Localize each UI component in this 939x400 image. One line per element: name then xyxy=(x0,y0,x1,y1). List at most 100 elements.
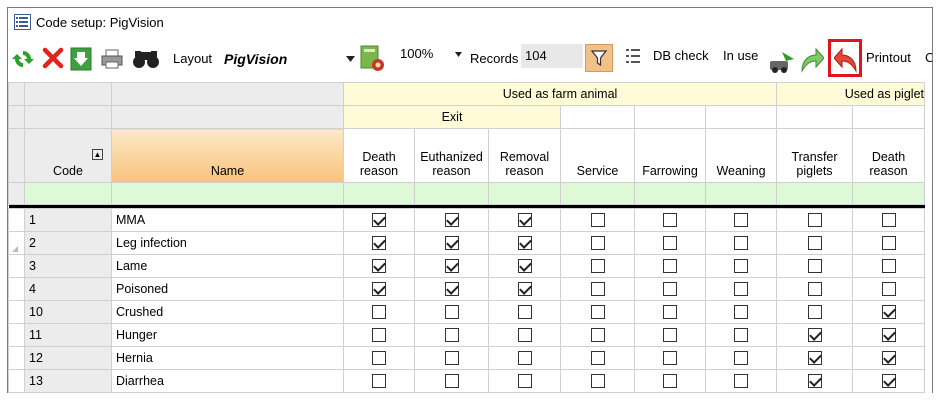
checkbox[interactable] xyxy=(590,374,605,389)
checkbox[interactable] xyxy=(734,213,748,228)
checkbox[interactable] xyxy=(881,328,896,343)
checkbox[interactable] xyxy=(663,328,677,343)
checkbox[interactable] xyxy=(881,259,896,274)
checkbox[interactable] xyxy=(881,374,896,389)
checkbox[interactable] xyxy=(372,328,386,343)
column-header-name[interactable]: Name xyxy=(111,128,344,183)
row-selector[interactable] xyxy=(8,323,25,347)
code-cell[interactable]: 12 xyxy=(24,346,112,370)
table-row[interactable]: 1 MMA xyxy=(8,208,925,232)
report-settings-icon[interactable] xyxy=(360,45,386,73)
checkbox[interactable] xyxy=(881,213,896,228)
checkbox[interactable] xyxy=(517,213,532,228)
checkbox[interactable] xyxy=(517,305,532,320)
name-cell[interactable]: Hunger xyxy=(111,323,344,347)
chevron-down-icon[interactable] xyxy=(346,56,355,62)
checkbox[interactable] xyxy=(517,328,532,343)
column-header-piglet-death-reason[interactable]: Death reason xyxy=(852,128,925,183)
table-row[interactable]: 2 Leg infection xyxy=(8,231,925,255)
checkbox[interactable] xyxy=(590,305,605,320)
checkbox[interactable] xyxy=(517,259,532,274)
table-row[interactable]: 4 Poisoned xyxy=(8,277,925,301)
binoculars-icon[interactable] xyxy=(132,49,160,69)
code-cell[interactable]: 4 xyxy=(24,277,112,301)
checkbox[interactable] xyxy=(734,351,748,366)
checkbox[interactable] xyxy=(590,328,605,343)
checkbox[interactable] xyxy=(807,282,822,297)
filter-cell-name[interactable] xyxy=(111,182,344,205)
filter-cell[interactable] xyxy=(852,182,925,205)
export-icon[interactable] xyxy=(70,47,92,71)
row-selector[interactable] xyxy=(8,254,25,278)
checkbox[interactable] xyxy=(663,305,677,320)
code-cell[interactable]: 10 xyxy=(24,300,112,324)
name-cell[interactable]: Lame xyxy=(111,254,344,278)
checkbox[interactable] xyxy=(663,374,677,389)
checkbox[interactable] xyxy=(444,351,459,366)
checkbox[interactable] xyxy=(663,351,677,366)
column-settings-icon[interactable] xyxy=(625,47,641,65)
checkbox[interactable] xyxy=(881,236,896,251)
checkbox[interactable] xyxy=(734,259,748,274)
checkbox[interactable] xyxy=(807,351,822,366)
checkbox[interactable] xyxy=(444,305,459,320)
code-cell[interactable]: 11 xyxy=(24,323,112,347)
checkbox[interactable] xyxy=(444,213,459,228)
column-header-code[interactable]: Code ▲ xyxy=(24,128,112,183)
checkbox[interactable] xyxy=(590,351,605,366)
checkbox[interactable] xyxy=(444,328,459,343)
checkbox[interactable] xyxy=(734,305,748,320)
checkbox[interactable] xyxy=(444,236,459,251)
checkbox[interactable] xyxy=(807,305,822,320)
name-cell[interactable]: Poisoned xyxy=(111,277,344,301)
checkbox[interactable] xyxy=(663,236,677,251)
row-selector[interactable] xyxy=(8,208,25,232)
name-cell[interactable]: Hernia xyxy=(111,346,344,370)
code-cell[interactable]: 1 xyxy=(24,208,112,232)
layout-select[interactable]: PigVision xyxy=(224,51,287,67)
row-selector[interactable] xyxy=(8,300,25,324)
checkbox[interactable] xyxy=(372,259,386,274)
table-row[interactable]: 10 Crushed xyxy=(8,300,925,324)
table-row[interactable]: 12 Hernia xyxy=(8,346,925,370)
name-cell[interactable]: Crushed xyxy=(111,300,344,324)
checkbox[interactable] xyxy=(807,213,822,228)
toolbar-trailing-button[interactable]: C xyxy=(925,50,932,65)
row-selector[interactable] xyxy=(8,369,25,393)
filter-cell[interactable] xyxy=(488,182,561,205)
code-cell[interactable]: 2 xyxy=(24,231,112,255)
checkbox[interactable] xyxy=(807,374,822,389)
checkbox[interactable] xyxy=(517,236,532,251)
print-icon[interactable] xyxy=(101,48,123,70)
zoom-select[interactable]: 100% xyxy=(400,46,433,61)
filter-cell[interactable] xyxy=(343,182,415,205)
checkbox[interactable] xyxy=(881,282,896,297)
column-header-farrowing[interactable]: Farrowing xyxy=(634,128,706,183)
table-row[interactable]: 13 Diarrhea xyxy=(8,369,925,393)
code-cell[interactable]: 3 xyxy=(24,254,112,278)
checkbox[interactable] xyxy=(590,282,605,297)
checkbox[interactable] xyxy=(590,259,605,274)
checkbox[interactable] xyxy=(517,351,532,366)
checkbox[interactable] xyxy=(807,259,822,274)
db-check-button[interactable]: DB check xyxy=(653,48,709,63)
filter-button[interactable] xyxy=(585,44,613,72)
checkbox[interactable] xyxy=(663,213,677,228)
checkbox[interactable] xyxy=(517,374,532,389)
checkbox[interactable] xyxy=(663,282,677,297)
arrow-green-icon[interactable] xyxy=(798,47,824,75)
checkbox[interactable] xyxy=(881,305,896,320)
checkbox[interactable] xyxy=(734,374,748,389)
printout-button[interactable]: Printout xyxy=(866,50,911,65)
checkbox[interactable] xyxy=(734,282,748,297)
column-header-service[interactable]: Service xyxy=(560,128,635,183)
column-header-euthanized-reason[interactable]: Euthanized reason xyxy=(414,128,489,183)
name-cell[interactable]: Leg infection xyxy=(111,231,344,255)
filter-cell[interactable] xyxy=(776,182,853,205)
filter-cell-code[interactable] xyxy=(24,182,112,205)
checkbox[interactable] xyxy=(444,374,459,389)
checkbox[interactable] xyxy=(444,259,459,274)
delete-icon[interactable] xyxy=(42,47,64,69)
name-cell[interactable]: MMA xyxy=(111,208,344,232)
checkbox[interactable] xyxy=(881,351,896,366)
